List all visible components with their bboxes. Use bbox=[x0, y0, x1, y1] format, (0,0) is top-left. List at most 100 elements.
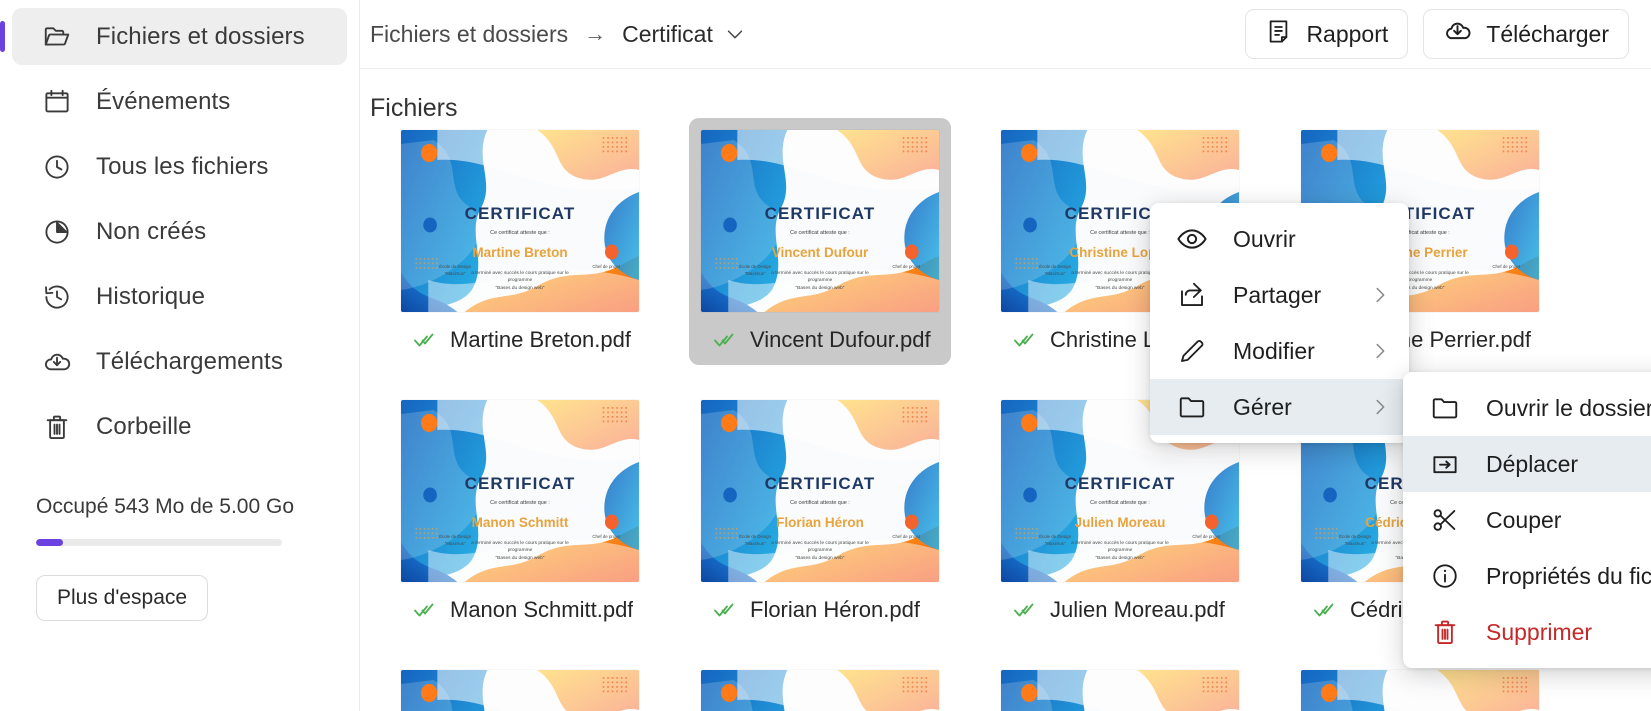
file-thumbnail[interactable]: CERTIFICATCe certificat atteste que :Tho… bbox=[701, 670, 939, 711]
sidebar-item-2[interactable]: Tous les fichiers bbox=[12, 138, 347, 195]
storage-section: Occupé 543 Mo de 5.00 Go Plus d'espace bbox=[0, 495, 360, 621]
context-menu-item-1[interactable]: Partager bbox=[1150, 267, 1409, 323]
clock-icon bbox=[40, 150, 74, 184]
file-label-row: Martine Breton.pdf bbox=[401, 327, 639, 353]
certificate-title: CERTIFICAT bbox=[764, 203, 876, 223]
context-menu-item-label: Gérer bbox=[1233, 393, 1292, 420]
certificate-preview: CERTIFICAT Ce certificat atteste que : Man… bbox=[401, 400, 639, 582]
share-icon bbox=[1174, 280, 1210, 310]
history-icon bbox=[40, 280, 74, 314]
certificate-preview: CERTIFICAT Ce certificat atteste que : Vin… bbox=[701, 130, 939, 312]
file-cell: CERTIFICAT Ce certificat atteste que : Vin… bbox=[670, 118, 970, 388]
topbar-actions: Rapport Télécharger bbox=[1245, 9, 1629, 59]
file-thumbnail[interactable]: CERTIFICAT Ce certificat atteste que : Mar… bbox=[401, 130, 639, 312]
certificate-footer: École de Design"Maximus"Chef de projet bbox=[1039, 534, 1220, 546]
sidebar-item-1[interactable]: Événements bbox=[12, 73, 347, 130]
more-space-button[interactable]: Plus d'espace bbox=[36, 575, 209, 621]
double-check-icon bbox=[1013, 598, 1037, 622]
submenu-item-0[interactable]: Ouvrir le dossier bbox=[1403, 380, 1651, 436]
pencil-icon bbox=[1174, 336, 1210, 366]
info-icon bbox=[1427, 561, 1463, 591]
file-card[interactable]: CERTIFICAT Ce certificat atteste que : Man… bbox=[389, 388, 651, 635]
double-check-icon bbox=[713, 328, 737, 352]
double-check-icon bbox=[413, 598, 437, 622]
file-name: Julien Moreau.pdf bbox=[1050, 597, 1225, 622]
certificate-subtitle: Ce certificat atteste que : bbox=[790, 499, 850, 506]
breadcrumb-root[interactable]: Fichiers et dossiers bbox=[370, 21, 568, 48]
download-button[interactable]: Télécharger bbox=[1423, 9, 1629, 59]
certificate-title: CERTIFICAT bbox=[464, 203, 576, 223]
sidebar-item-6[interactable]: Corbeille bbox=[12, 398, 347, 455]
certificate-subtitle: Ce certificat atteste que : bbox=[1090, 229, 1150, 236]
folder-open-icon bbox=[40, 20, 74, 54]
folder-arrow-icon bbox=[1427, 449, 1463, 479]
sidebar-nav: Fichiers et dossiers Événements Tous les f… bbox=[0, 8, 359, 455]
file-card[interactable]: CERTIFICATCe certificat atteste que :Cam… bbox=[989, 658, 1251, 711]
breadcrumb-current[interactable]: Certificat bbox=[622, 21, 713, 48]
file-name: Vincent Dufour.pdf bbox=[750, 327, 931, 352]
eye-icon bbox=[1174, 223, 1210, 255]
submenu-item-label: Propriétés du fichier bbox=[1486, 562, 1651, 589]
chevron-down-icon[interactable] bbox=[724, 23, 746, 45]
submenu-item-3[interactable]: Propriétés du fichier bbox=[1403, 548, 1651, 604]
sidebar-item-3[interactable]: Non créés bbox=[12, 203, 347, 260]
cloud-download-icon bbox=[40, 345, 74, 379]
context-menu-item-label: Modifier bbox=[1233, 337, 1315, 364]
file-thumbnail[interactable]: CERTIFICAT Ce certificat atteste que : Man… bbox=[401, 400, 639, 582]
sidebar-item-label: Téléchargements bbox=[96, 347, 283, 375]
file-thumbnail[interactable]: CERTIFICAT Ce certificat atteste que : Vin… bbox=[701, 130, 939, 312]
file-thumbnail[interactable]: CERTIFICATCe certificat atteste que :Sop… bbox=[401, 670, 639, 711]
download-button-label: Télécharger bbox=[1486, 20, 1609, 47]
double-check-icon bbox=[1013, 328, 1037, 352]
file-card[interactable]: CERTIFICAT Ce certificat atteste que : Mar… bbox=[389, 118, 651, 365]
folder-icon bbox=[1174, 392, 1210, 422]
certificate-recipient: Julien Moreau bbox=[1074, 514, 1166, 530]
sidebar-item-4[interactable]: Historique bbox=[12, 268, 347, 325]
file-name: Martine Breton.pdf bbox=[450, 327, 631, 352]
file-cell: CERTIFICATCe certificat atteste que :Sop… bbox=[370, 658, 670, 711]
certificate-footer: École de Design"Maximus"Chef de projet bbox=[439, 534, 620, 546]
submenu-item-label: Déplacer bbox=[1486, 450, 1579, 477]
submenu-item-1[interactable]: Déplacer bbox=[1403, 436, 1651, 492]
file-thumbnail[interactable]: CERTIFICATCe certificat atteste que :Ant… bbox=[1301, 670, 1539, 711]
storage-progress-bar bbox=[36, 539, 282, 546]
sidebar-item-label: Historique bbox=[96, 282, 206, 310]
certificate-preview: CERTIFICAT Ce certificat atteste que : Mar… bbox=[401, 130, 639, 312]
file-thumbnail[interactable]: CERTIFICAT Ce certificat atteste que : Flo… bbox=[701, 400, 939, 582]
double-check-icon bbox=[413, 328, 437, 352]
file-label-row: Vincent Dufour.pdf bbox=[701, 327, 939, 353]
submenu-item-2[interactable]: Couper bbox=[1403, 492, 1651, 548]
certificate-title: CERTIFICAT bbox=[764, 473, 876, 493]
certificate-recipient: Vincent Dufour bbox=[771, 244, 869, 260]
pie-chart-icon bbox=[40, 215, 74, 249]
trash-icon bbox=[1427, 617, 1463, 647]
submenu-item-4[interactable]: Supprimer bbox=[1403, 604, 1651, 660]
file-thumbnail[interactable]: CERTIFICATCe certificat atteste que :Cam… bbox=[1001, 670, 1239, 711]
sidebar-item-0[interactable]: Fichiers et dossiers bbox=[0, 8, 347, 65]
context-menu-item-label: Ouvrir bbox=[1233, 225, 1296, 252]
context-menu-item-3[interactable]: Gérer bbox=[1150, 379, 1409, 435]
file-card[interactable]: CERTIFICAT Ce certificat atteste que : Flo… bbox=[689, 388, 951, 635]
file-card[interactable]: CERTIFICATCe certificat atteste que :Sop… bbox=[389, 658, 651, 711]
context-menu-item-2[interactable]: Modifier bbox=[1150, 323, 1409, 379]
certificate-title: CERTIFICAT bbox=[1064, 473, 1176, 493]
file-card[interactable]: CERTIFICATCe certificat atteste que :Tho… bbox=[689, 658, 951, 711]
report-button[interactable]: Rapport bbox=[1245, 9, 1409, 59]
file-cell: CERTIFICATCe certificat atteste que :Tho… bbox=[670, 658, 970, 711]
sidebar-item-label: Corbeille bbox=[96, 412, 192, 440]
sidebar-item-label: Fichiers et dossiers bbox=[96, 22, 305, 50]
chevron-right-icon bbox=[1369, 396, 1391, 418]
cloud-download-icon bbox=[1443, 17, 1472, 52]
context-menu-item-0[interactable]: Ouvrir bbox=[1150, 211, 1409, 267]
sidebar-item-5[interactable]: Téléchargements bbox=[12, 333, 347, 390]
submenu-item-label: Couper bbox=[1486, 506, 1562, 533]
sidebar: Fichiers et dossiers Événements Tous les f… bbox=[0, 0, 360, 711]
file-card[interactable]: CERTIFICAT Ce certificat atteste que : Vin… bbox=[689, 118, 951, 365]
double-check-icon bbox=[713, 598, 737, 622]
certificate-recipient: Martine Breton bbox=[472, 244, 568, 260]
context-menu: Ouvrir Partager Modifier Gérer bbox=[1150, 203, 1409, 443]
storage-text: Occupé 543 Mo de 5.00 Go bbox=[36, 495, 294, 518]
file-cell: CERTIFICATCe certificat atteste que :Cam… bbox=[970, 658, 1270, 711]
file-cell: CERTIFICAT Ce certificat atteste que : Mar… bbox=[370, 118, 670, 388]
certificate-recipient: Florian Héron bbox=[776, 514, 864, 530]
